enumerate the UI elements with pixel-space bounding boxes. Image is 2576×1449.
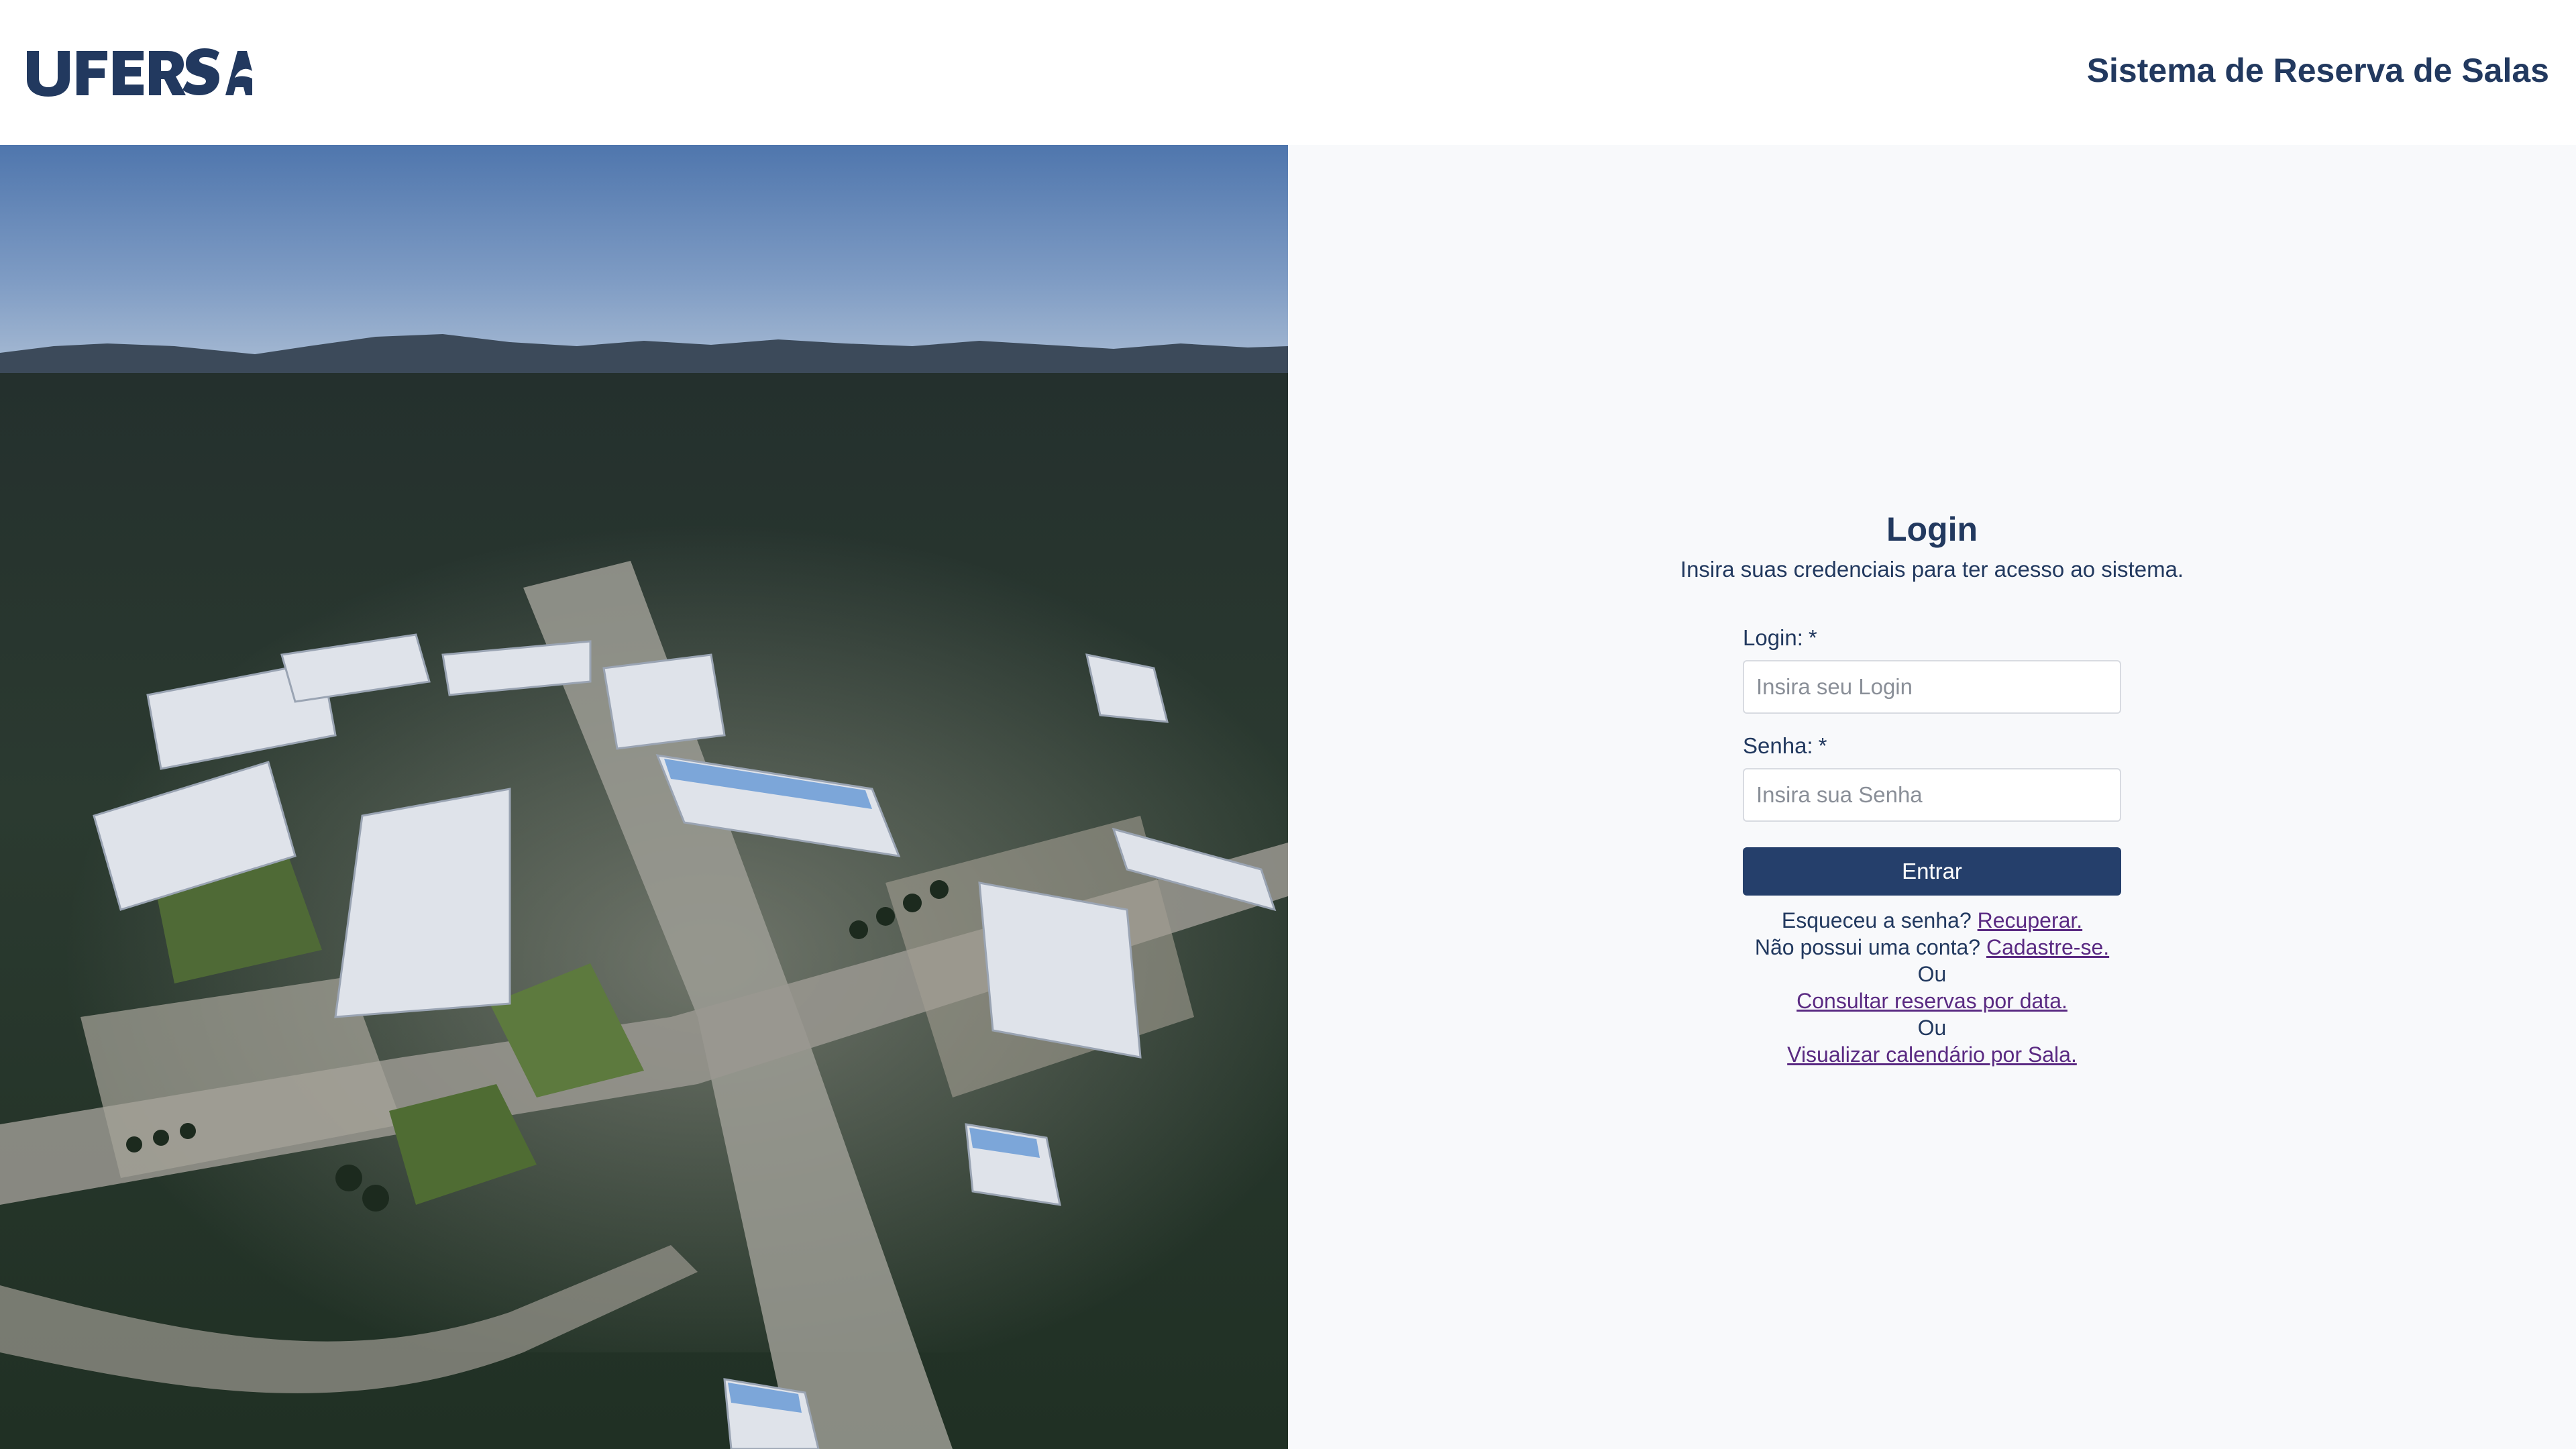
or-separator: Ou (1917, 1016, 1947, 1040)
login-title: Login (1886, 511, 1978, 548)
calendar-line: Visualizar calendário por Sala. (1288, 1042, 2576, 1067)
login-subtitle: Insira suas credenciais para ter acesso … (1680, 557, 2184, 582)
password-field-label: Senha: * (1743, 733, 1827, 759)
register-link[interactable]: Cadastre-se. (1986, 935, 2109, 959)
system-title: Sistema de Reserva de Salas (2086, 52, 2549, 89)
ufersa-logo[interactable] (24, 48, 252, 97)
consult-line: Consultar reservas por data. (1288, 989, 2576, 1014)
register-line: Não possui uma conta? Cadastre-se. (1288, 935, 2576, 960)
login-label-text: Login: (1743, 625, 1803, 650)
top-header: Sistema de Reserva de Salas (0, 0, 2576, 145)
login-field-label: Login: * (1743, 625, 1817, 651)
recover-link[interactable]: Recuperar. (1978, 908, 2083, 932)
campus-aerial-photo (0, 145, 1288, 1449)
or-separator: Ou (1917, 962, 1947, 986)
submit-button[interactable]: Entrar (1743, 847, 2121, 896)
required-marker: * (1808, 625, 1817, 650)
password-label-text: Senha: (1743, 733, 1813, 758)
password-input[interactable] (1743, 768, 2121, 822)
campus-aerial-image (0, 145, 1288, 1449)
register-text: Não possui uma conta? (1754, 935, 1981, 959)
room-calendar-link[interactable]: Visualizar calendário por Sala. (1787, 1042, 2077, 1067)
login-input[interactable] (1743, 660, 2121, 714)
consult-reservations-link[interactable]: Consultar reservas por data. (1796, 989, 2068, 1013)
required-marker: * (1818, 733, 1827, 758)
forgot-password-line: Esqueceu a senha? Recuperar. (1288, 908, 2576, 933)
forgot-text: Esqueceu a senha? (1781, 908, 1972, 932)
login-pane: Login Insira suas credenciais para ter a… (1288, 145, 2576, 1449)
